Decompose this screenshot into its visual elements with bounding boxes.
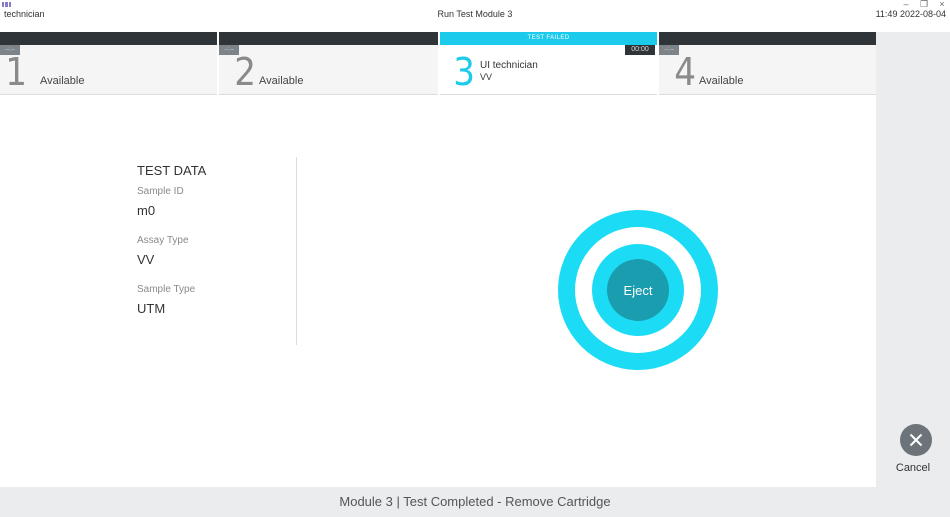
eject-button[interactable]: Eject [607,259,669,321]
sample-type-label: Sample Type [137,284,196,295]
sample-id-label: Sample ID [137,186,184,197]
clock: 11:49 2022-08-04 [875,9,946,19]
module-tile-4[interactable]: --:-- 4 Available [659,32,876,95]
window-title: Run Test Module 3 [437,9,513,19]
status-bar: Module 3 | Test Completed - Remove Cartr… [0,487,950,517]
module-assay: VV [480,72,493,82]
module-tile-3[interactable]: TEST FAILED 00:00 3 UI technician VV [440,32,657,95]
module-number: 2 [234,50,256,94]
module-status: Available [699,75,744,87]
module-timer: 00:00 [625,45,655,55]
module-status: Available [259,75,304,87]
module-number: 1 [5,50,27,94]
test-failed-banner: TEST FAILED [440,32,657,45]
module-strip: --:-- 1 Available --:-- 2 Available TEST… [0,32,876,95]
module-header [659,32,876,45]
close-icon [909,433,923,447]
cancel-label: Cancel [895,462,931,474]
assay-type-label: Assay Type [137,235,189,246]
module-tile-1[interactable]: --:-- 1 Available [0,32,217,95]
module-number: 3 [453,50,475,94]
right-panel: Cancel [876,32,950,487]
divider [296,157,297,345]
module-header [219,32,438,45]
module-header [0,32,217,45]
test-data-panel: TEST DATA Sample ID m0 Assay Type VV Sam… [137,163,206,333]
title-bar: technician Run Test Module 3 – ❐ × 11:49… [0,0,950,30]
sample-type-value: UTM [137,301,166,316]
module-status: Available [40,75,85,87]
module-number: 4 [674,50,696,94]
test-data-heading: TEST DATA [137,163,207,178]
sample-id-value: m0 [137,203,156,218]
app-logo-icon [2,2,11,7]
module-tile-2[interactable]: --:-- 2 Available [219,32,438,95]
module-operator: UI technician [480,60,538,71]
cancel-button[interactable] [900,424,932,456]
eject-target: Eject [558,210,718,370]
assay-type-value: VV [137,252,155,267]
